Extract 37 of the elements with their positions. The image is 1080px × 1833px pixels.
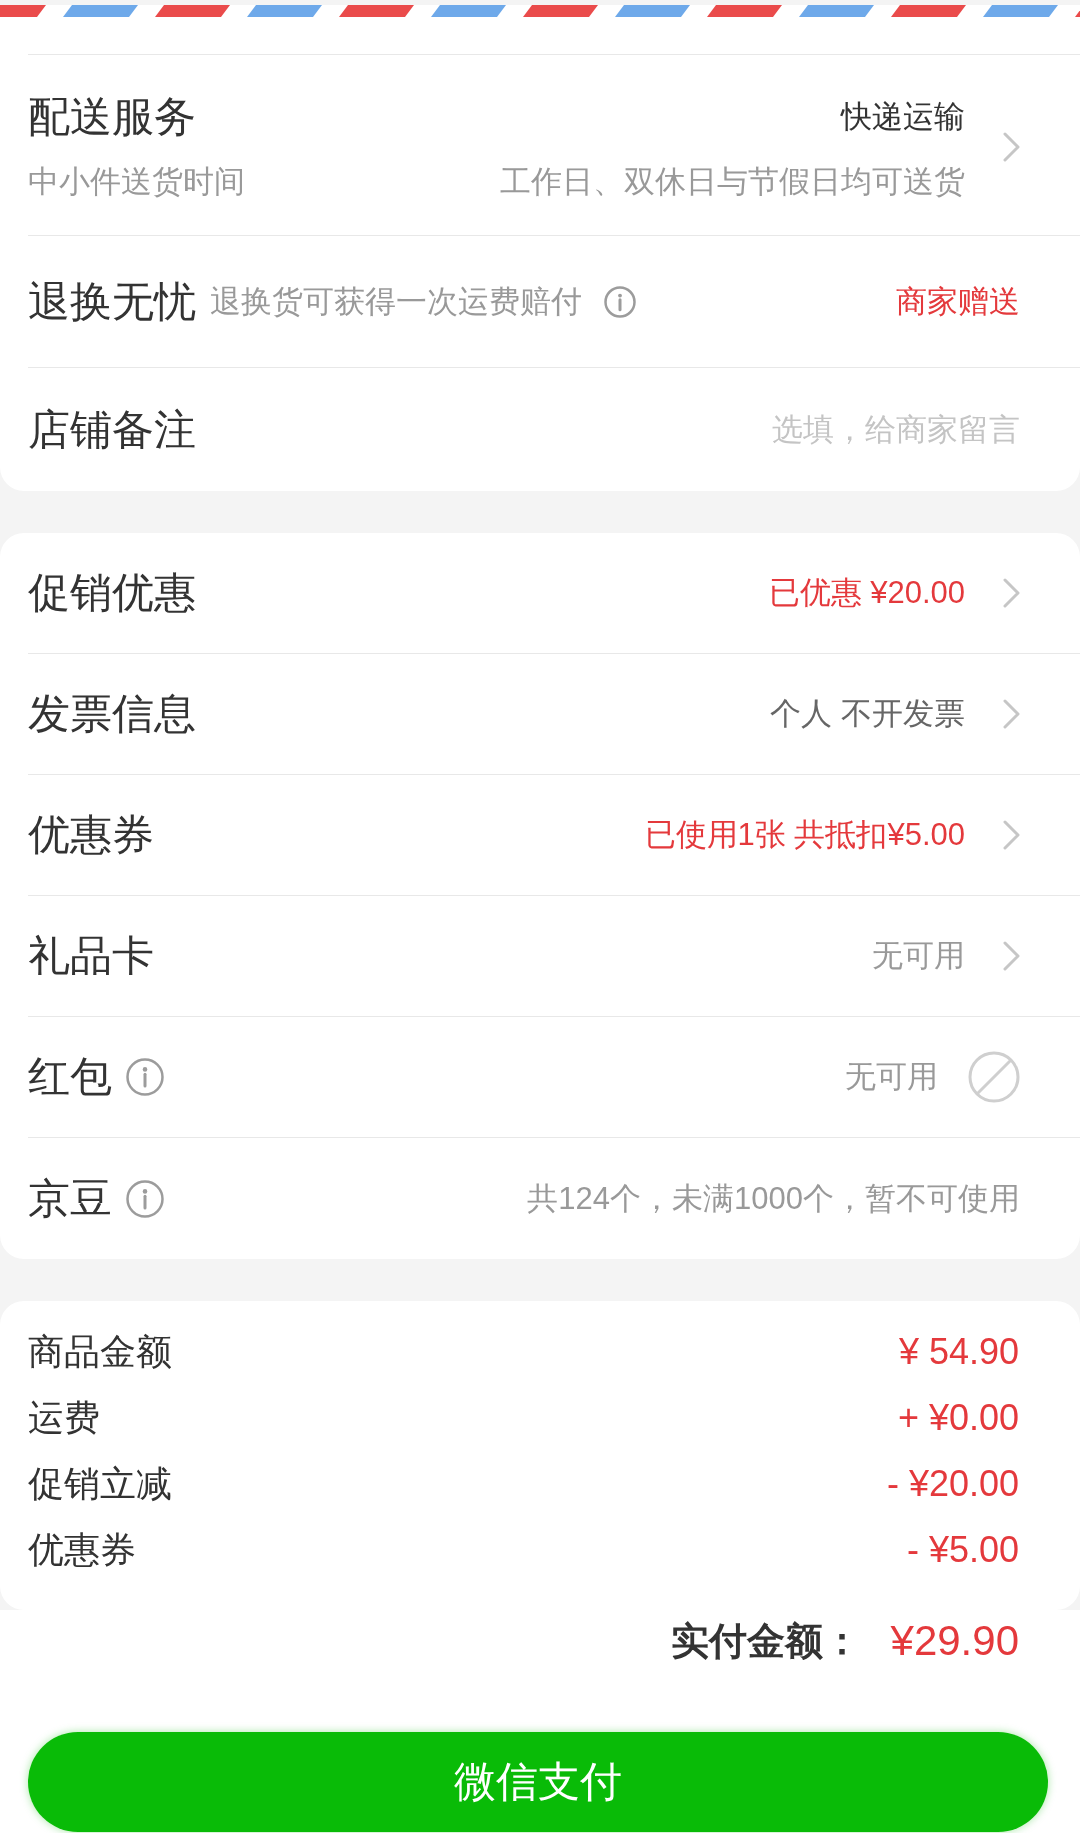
chevron-right-icon[interactable] [1003, 699, 1020, 729]
total-label: 实付金额： [670, 1619, 861, 1664]
option-label: 优惠券 [28, 811, 154, 859]
remark-input[interactable]: 选填，给商家留言 [236, 409, 1020, 450]
option-note: 中小件送货时间 [28, 162, 245, 201]
option-label: 配送服务 [28, 92, 196, 141]
option-label: 红包 [28, 1053, 112, 1101]
summary-label: 促销立减 [28, 1462, 172, 1506]
summary-amount: + ¥0.00 [897, 1396, 1019, 1440]
summary-amount: - ¥5.00 [906, 1528, 1019, 1572]
summary-label: 运费 [28, 1396, 100, 1440]
option-label: 发票信息 [28, 690, 196, 738]
option-label: 礼品卡 [28, 932, 154, 980]
total-amount: ¥29.90 [890, 1617, 1019, 1665]
option-value: 快递运输 [841, 97, 965, 136]
summary-amount: - ¥20.00 [886, 1462, 1019, 1506]
option-value: 个人 不开发票 [770, 695, 965, 733]
option-value: 已使用1张 共抵扣¥5.00 [644, 816, 965, 854]
chevron-right-icon[interactable] [1003, 132, 1020, 162]
pay-button[interactable]: 微信支付 [28, 1732, 1048, 1832]
delivery-schedule: 工作日、双休日与节假日均可送货 [500, 162, 965, 201]
option-value: 商家赠送 [896, 282, 1020, 321]
summary-label: 优惠券 [28, 1528, 136, 1572]
option-label: 店铺备注 [28, 405, 196, 454]
option-label: 退换无忧 [28, 277, 196, 326]
option-value: 已优惠 ¥20.00 [768, 574, 965, 612]
summary-amount: ¥ 54.90 [898, 1330, 1019, 1374]
option-value: 共124个，未满1000个，暂不可使用 [527, 1179, 1020, 1218]
option-label: 京豆 [28, 1174, 112, 1223]
option-label: 促销优惠 [28, 569, 196, 617]
option-note: 退换货可获得一次运费赔付 [210, 282, 582, 321]
option-value: 无可用 [845, 1058, 938, 1096]
chevron-right-icon[interactable] [1003, 578, 1020, 608]
option-value: 无可用 [872, 937, 965, 975]
info-icon[interactable] [604, 285, 636, 318]
chevron-right-icon[interactable] [1003, 820, 1020, 850]
summary-label: 商品金额 [28, 1330, 172, 1374]
